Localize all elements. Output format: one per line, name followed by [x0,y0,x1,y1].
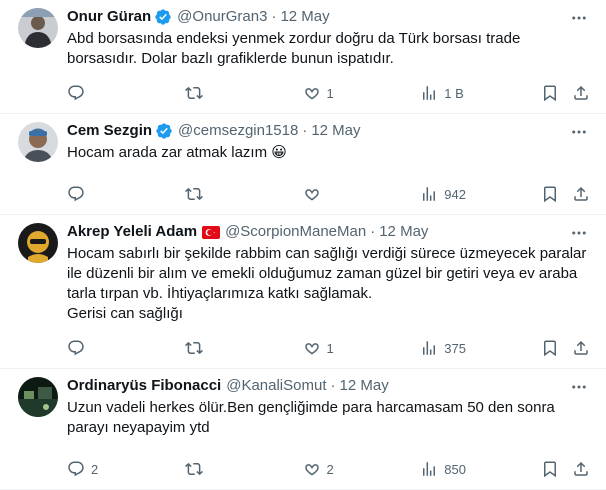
share-button[interactable] [572,339,590,357]
reply-count: 2 [91,461,99,477]
author-handle[interactable]: @ScorpionManeMan [225,222,366,242]
more-options-icon[interactable] [570,224,588,247]
heart-icon [304,464,319,476]
bookmark-icon [544,461,557,478]
bookmark-button[interactable] [541,339,572,357]
more-options-icon[interactable] [570,123,588,146]
avatar[interactable] [18,122,58,162]
views-count: 850 [444,461,466,477]
views-button[interactable]: 1 B [420,84,541,102]
reply-button[interactable] [67,185,185,203]
heart-icon [304,343,319,355]
reply-icon [68,340,84,356]
timestamp[interactable]: 12 May [340,376,389,396]
views-button[interactable]: 375 [420,339,541,357]
separator-dot: · [370,223,376,240]
like-button[interactable]: 1 [303,339,421,357]
turkey-flag-icon [202,225,221,239]
retweet-icon [184,462,203,476]
like-count: 2 [326,461,334,477]
views-button[interactable]: 850 [420,460,541,478]
share-button[interactable] [572,84,590,102]
author-handle[interactable]: @KanaliSomut [226,376,326,396]
share-button[interactable] [572,185,590,203]
share-icon [574,461,588,476]
tweet-actions: 1 375 [67,338,590,358]
bookmark-icon [544,186,557,203]
bookmark-icon [544,340,557,357]
tweet-text: Hocam sabırlı bir şekilde rabbim can sağ… [67,245,587,322]
reply-icon [68,85,84,101]
views-count: 1 B [444,85,464,101]
share-icon [574,85,588,100]
heart-icon [304,189,319,201]
retweet-button[interactable] [184,185,303,203]
reply-icon [68,461,84,477]
timestamp[interactable]: 12 May [379,222,428,242]
verified-badge-icon [155,122,173,140]
bookmark-icon [544,85,557,102]
views-icon [423,187,436,201]
views-icon [423,86,436,100]
bookmark-button[interactable] [541,185,572,203]
like-button[interactable]: 1 [303,84,421,102]
heart-icon [304,88,319,100]
verified-badge-icon [154,8,172,26]
author-name[interactable]: Ordinaryüs Fibonacci [67,376,221,396]
retweet-button[interactable] [184,339,303,357]
retweet-button[interactable] [184,460,303,478]
reply-icon [68,186,84,202]
avatar[interactable] [18,8,58,48]
timestamp[interactable]: 12 May [280,7,329,27]
bookmark-button[interactable] [541,84,572,102]
tweet-text: Uzun vadeli herkes ölür.Ben gençliğimde … [67,399,555,436]
separator-dot: · [330,377,336,394]
share-button[interactable] [572,460,590,478]
author-handle[interactable]: @OnurGran3 [177,7,267,27]
timestamp[interactable]: 12 May [311,121,360,141]
share-icon [574,186,588,201]
tweet-text: Abd borsasında endeksi yenmek zordur doğ… [67,30,521,67]
reply-button[interactable] [67,339,185,357]
tweet-text: Hocam arada zar atmak lazım 😀 [67,144,287,161]
like-button[interactable] [303,185,421,203]
reply-button[interactable] [67,84,185,102]
more-options-icon[interactable] [570,378,588,401]
retweet-button[interactable] [184,84,303,102]
views-icon [423,341,436,355]
avatar[interactable] [18,223,58,263]
like-count: 1 [326,340,334,356]
views-button[interactable]: 942 [420,185,541,203]
like-count: 1 [326,85,334,101]
tweet-actions: 1 1 B [67,83,590,103]
like-button[interactable]: 2 [303,460,421,478]
tweet-actions: 2 2 850 [67,459,590,479]
tweet[interactable]: Ordinaryüs Fibonacci @KanaliSomut · 12 M… [0,369,606,490]
author-name[interactable]: Onur Güran [67,7,151,27]
more-options-icon[interactable] [570,9,588,32]
avatar[interactable] [18,377,58,417]
author-name[interactable]: Cem Sezgin [67,121,152,141]
views-count: 375 [444,340,466,356]
tweet-actions: 942 [67,184,590,204]
tweet[interactable]: Onur Güran @OnurGran3 · 12 May Abd borsa… [0,0,606,114]
author-name[interactable]: Akrep Yeleli Adam [67,222,197,242]
retweet-icon [184,341,203,355]
retweet-icon [184,187,203,201]
share-icon [574,340,588,355]
reply-button[interactable]: 2 [67,460,185,478]
separator-dot: · [271,8,277,25]
views-icon [423,462,436,476]
tweet[interactable]: Cem Sezgin @cemsezgin1518 · 12 May Hocam… [0,114,606,215]
views-count: 942 [444,186,466,202]
tweet[interactable]: Akrep Yeleli Adam @ScorpionManeMan · 12 … [0,215,606,369]
separator-dot: · [302,122,308,139]
bookmark-button[interactable] [541,460,572,478]
author-handle[interactable]: @cemsezgin1518 [178,121,298,141]
retweet-icon [184,86,203,100]
